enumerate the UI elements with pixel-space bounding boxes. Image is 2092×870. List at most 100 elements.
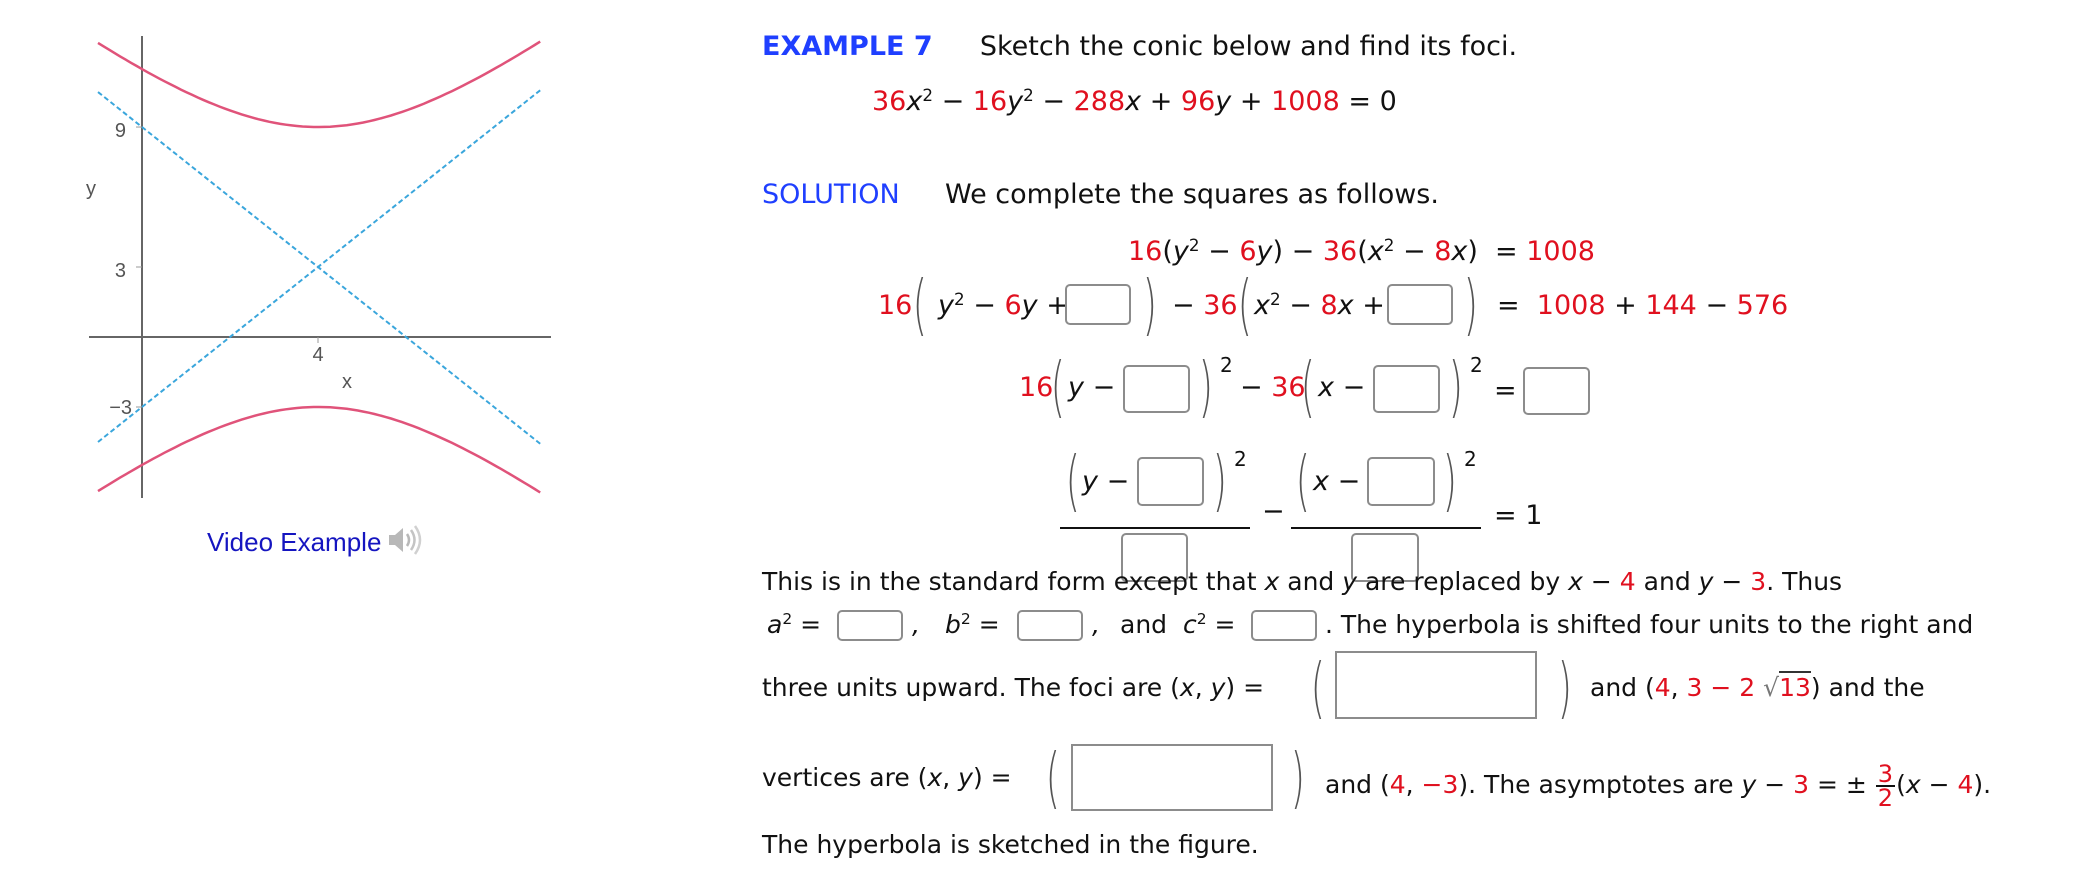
answer-box-complete-square-y[interactable] [1065,284,1131,325]
equals: = [1494,375,1517,406]
var: y [1256,236,1273,267]
video-example-link[interactable]: Video Example [207,527,381,557]
left-paren: ( [1295,442,1310,519]
text: ) = [972,763,1012,792]
fraction-bar-1 [1060,527,1250,529]
text: , [1194,673,1211,702]
para-line-2-c: and c2 = [1120,610,1235,643]
op: = ± [1809,770,1875,799]
right-paren: ) [1142,266,1157,343]
para-line-1: This is in the standard form except that… [762,567,1842,597]
exponent: 2 [922,84,933,105]
exponent: 2 [1464,447,1477,471]
para-comma-2: , [1092,610,1100,640]
text: ) = [1225,673,1265,702]
answer-box-row3-rhs[interactable] [1523,367,1590,415]
row4-y: y − [1082,467,1129,497]
text: are replaced by [1357,567,1569,596]
text: ) and the [1810,673,1925,702]
rhs-value: 1008 [1536,290,1606,321]
solution-intro: We complete the squares as follows. [944,179,1439,210]
coef: 16 [1019,372,1054,403]
coef: 36 [1203,290,1238,321]
op: − [1240,372,1263,403]
op: − [1582,567,1620,596]
rhs-value: 144 [1645,290,1697,321]
var: x [1568,567,1583,596]
var: y [1741,770,1757,799]
coef: 8 [1434,236,1452,267]
text: . Thus [1766,567,1843,596]
answer-box-a-squared[interactable] [837,610,903,641]
left-paren: ( [1050,348,1065,425]
row3-equals: = [1494,376,1517,406]
op: − [933,86,973,117]
op: = 0 [1339,86,1397,117]
answer-box-c-squared[interactable] [1251,610,1317,641]
answer-box-frac2-numerator[interactable] [1367,457,1435,506]
value: 4 [1654,673,1671,702]
right-paren: ) [1463,266,1478,343]
answer-box-complete-square-x[interactable] [1387,284,1453,325]
y-tick-label-3: 3 [115,260,126,282]
text: ). [1973,770,1992,799]
x-axis-label: x [342,371,352,393]
paren: ( [1896,770,1906,799]
op: − [1696,290,1737,321]
equals: = [1495,236,1527,267]
value: 4 [1619,567,1636,596]
hyperbola-upper [97,40,541,129]
text: three units upward. The foci are ( [762,673,1180,702]
op: − [1920,770,1958,799]
answer-box-y-shift[interactable] [1123,365,1190,413]
value: −3 [1421,770,1459,799]
slope-denominator: 2 [1877,784,1894,812]
coef: 36 [1322,236,1358,267]
coef: 1008 [1271,86,1340,117]
op: − [1172,290,1204,321]
var: y [1068,372,1084,403]
op: − [1097,466,1130,497]
coef: 6 [1004,290,1022,321]
right-paren: ) [1448,348,1463,425]
var: y [1082,466,1098,497]
answer-box-b-squared[interactable] [1017,610,1083,641]
hyperbola-graph: 9 3 −3 4 x y [86,36,551,498]
text: vertices are ( [762,763,928,792]
coef: 96 [1180,86,1216,117]
coef: 16 [878,290,913,321]
speaker-icon[interactable] [387,523,423,557]
value: 3 [1686,673,1703,702]
answer-box-frac1-numerator[interactable] [1137,457,1204,506]
op: − [1083,372,1116,403]
text: This is in the standard form except that [762,567,1265,596]
var: y [958,763,973,792]
para-line-4-end: and (4, −3). The asymptotes are y − 3 = … [1325,762,1992,812]
op: − [1280,290,1321,321]
video-example[interactable]: Video Example [207,523,423,558]
sqrt-sign: √ [1763,673,1780,702]
row2-x-terms: x2 − 8x + [1254,289,1385,323]
exponent: 2 [1196,610,1207,629]
row3-coef-16: 16 [1019,373,1053,403]
solution-header: SOLUTION We complete the squares as foll… [762,180,1439,210]
exponent: 2 [960,610,971,629]
left-paren: ( [1237,266,1252,343]
answer-box-focus[interactable] [1335,651,1537,719]
op: − [964,290,1005,321]
var: y [1172,236,1189,267]
asymptote-positive [97,89,541,443]
var: x [1313,466,1329,497]
asymptote-negative [97,91,541,445]
example-label: EXAMPLE 7 [762,31,933,62]
example-prompt: Sketch the conic below and find its foci… [979,31,1518,62]
answer-box-vertex[interactable] [1071,744,1273,811]
exponent: 2 [953,288,965,309]
fraction-bar-2 [1291,527,1481,529]
paren: ) [1467,236,1478,267]
right-paren: ) [1290,739,1305,816]
left-paren: ( [1065,442,1080,519]
answer-box-x-shift[interactable] [1373,365,1440,413]
left-paren: ( [1310,649,1325,726]
coef: 16 [972,86,1008,117]
